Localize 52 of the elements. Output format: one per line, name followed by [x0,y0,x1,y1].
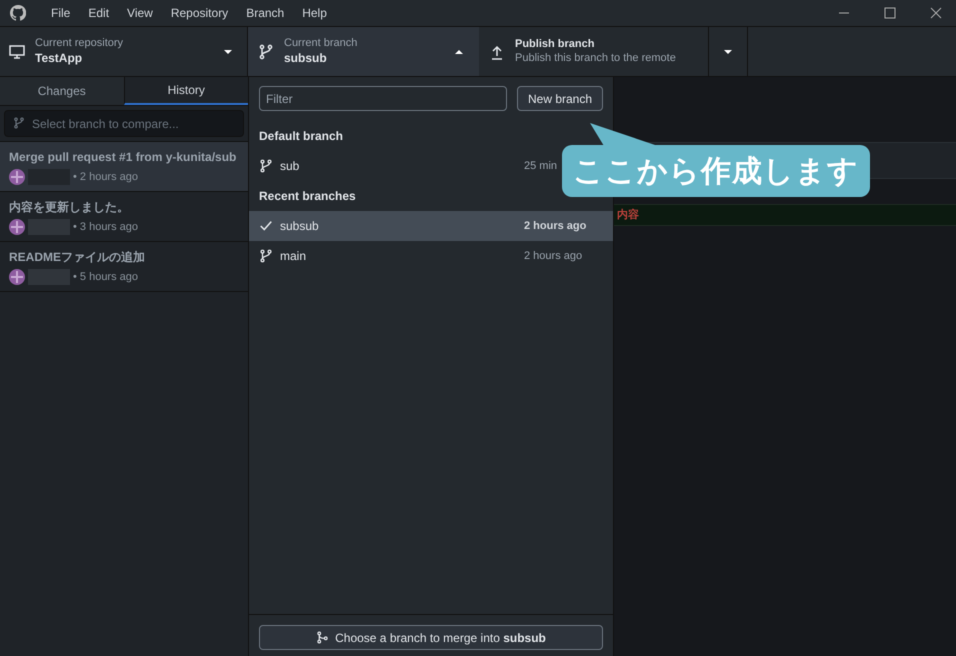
tab[interactable]: History [124,77,248,105]
item-name: subsub [280,218,320,235]
commit-time: • 5 hours ago [73,270,138,285]
github-logo-icon [10,5,26,21]
branch-icon [259,249,273,263]
commit-title: READMEファイルの追加 [9,248,146,266]
diff-text: 内容 [617,208,639,223]
tab[interactable]: Changes [0,77,124,105]
commit-row[interactable]: READMEファイルの追加 • 5 hours ago [0,242,248,292]
commit-time: • 2 hours ago [73,170,138,185]
avatar-icon [9,269,25,285]
menu-item[interactable]: Help [293,4,336,22]
monitor-icon [9,44,25,60]
avatar-icon [9,169,25,185]
branch-icon [259,159,273,173]
section-heading: Recent branches [258,188,357,205]
menu-item[interactable]: Edit [79,4,118,22]
close-icon[interactable] [930,7,942,19]
item-name: main [280,248,308,265]
maximize-icon[interactable] [884,7,896,19]
branch-icon [258,44,274,60]
caret-icon [224,50,232,54]
avatar-icon [9,219,25,235]
list-row[interactable]: subsub 2 hours ago [249,211,613,241]
commit-row[interactable]: Merge pull request #1 from y-kunita/sub • 2 hours ago [0,142,248,192]
item-time: 25 min [524,158,558,174]
menu-item[interactable]: Branch [237,4,294,22]
item-name: sub [280,158,300,175]
menu-item[interactable]: View [118,4,162,22]
commit-row[interactable]: 内容を更新しました。 • 3 hours ago [0,192,248,242]
publish-branch-button[interactable]: Publish branch Publish this branch to the remote [479,27,709,76]
caret-icon [724,50,732,54]
caret-icon [455,50,463,54]
new-branch-button[interactable]: New branch [517,86,603,111]
section-heading: Default branch [258,128,344,145]
commit-title: 内容を更新しました。 [9,198,130,216]
menu-item[interactable]: Repository [162,4,238,22]
merge-icon [316,631,330,644]
callout-text: ここから作成します [573,154,859,190]
commit-title: Merge pull request #1 from y-kunita/sub [9,148,238,166]
upload-icon [489,44,505,60]
check-icon [259,219,273,233]
filter-field[interactable]: Filter [259,86,507,111]
commit-time: • 3 hours ago [73,220,138,235]
menu-item[interactable]: File [42,4,80,22]
item-time: 2 hours ago [524,248,582,264]
branch-icon [13,117,25,129]
current-branch-button[interactable]: Current branch subsub [248,27,479,76]
merge-branch-button[interactable]: Choose a branch to merge into subsub [259,625,603,650]
compare-branch-field[interactable]: Select branch to compare... [4,110,244,137]
list-row[interactable]: main 2 hours ago [249,241,613,271]
item-time: 2 hours ago [524,218,586,234]
